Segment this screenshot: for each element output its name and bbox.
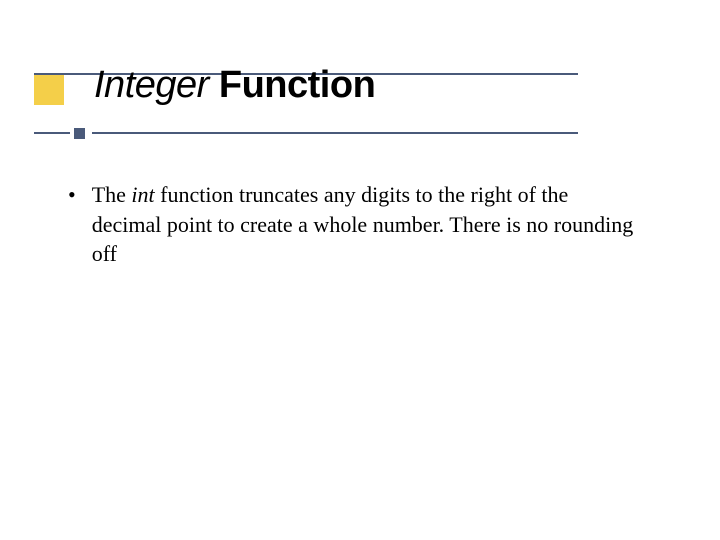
- bullet-icon: •: [68, 180, 76, 269]
- title-italic-part: Integer: [94, 64, 209, 106]
- rule-segment-right: [92, 132, 578, 134]
- title-rule-bottom: [34, 132, 578, 152]
- title-area: Integer Function: [0, 64, 720, 150]
- rule-segment-left: [34, 132, 70, 134]
- accent-square-icon: [34, 75, 64, 105]
- bullet-text: The int function truncates any digits to…: [92, 180, 638, 269]
- bullet-prefix: The: [92, 182, 132, 207]
- body-area: • The int function truncates any digits …: [64, 180, 638, 269]
- bullet-rest: function truncates any digits to the rig…: [92, 182, 634, 266]
- slide-title: Integer Function: [94, 64, 375, 107]
- bullet-italic: int: [131, 182, 154, 207]
- title-bold-part: Function: [209, 64, 375, 106]
- bullet-item: • The int function truncates any digits …: [64, 180, 638, 269]
- accent-small-square-icon: [74, 128, 85, 139]
- slide: Integer Function • The int function trun…: [0, 0, 720, 540]
